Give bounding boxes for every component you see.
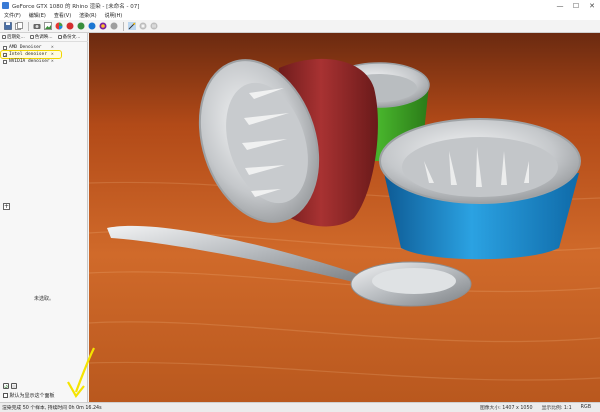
star-icon [2,35,6,39]
list-item-selected[interactable]: ✓ Intel denoiser ✕ [0,50,62,59]
magic-wand-icon[interactable] [127,22,136,31]
render-viewport[interactable] [89,33,600,402]
menu-edit[interactable]: 编辑(E) [29,12,46,19]
toolbar-separator [28,21,29,31]
remove-icon[interactable]: ✕ [51,59,54,64]
default-panel-option[interactable]: 默认为显示这个面板 [3,392,55,399]
image-icon[interactable] [11,383,17,389]
channel-green-icon[interactable] [76,22,85,31]
channel-rgb-icon[interactable] [98,22,107,31]
denoiser-list: AMD Denoiser ✕ ✓ Intel denoiser ✕ NVIDIA… [0,44,87,65]
denoiser-name: AMD Denoiser [9,45,42,50]
tone-icon [29,35,34,39]
status-bar: 渲染完成 50 个样本, 持续时间 0h 0m 16.24s 图像大小: 140… [0,402,600,412]
tab-post-effects[interactable]: 后期处... [2,34,25,40]
save-icon[interactable] [3,22,12,31]
render-window: GeForce GTX 1080 的 Rhino 渲染 - [未命名 - 07]… [0,0,600,412]
tab-tone-mapping[interactable]: 色调映... [29,34,53,40]
tab-label: 色调映... [34,35,53,40]
window-title: GeForce GTX 1080 的 Rhino 渲染 - [未命名 - 07] [12,3,140,10]
denoiser-name: NVIDIA denoiser [9,59,50,64]
channel-alpha-icon[interactable] [109,22,118,31]
maximize-button[interactable]: ☐ [568,0,584,11]
stop-icon[interactable] [138,22,147,31]
menu-file[interactable]: 文件(F) [4,12,21,19]
panel-footer-icons [3,383,19,389]
render-status-text: 渲染完成 50 个样本, 持续时间 0h 0m 16.24s [2,406,102,411]
image-icon[interactable] [43,22,52,31]
list-item[interactable]: NVIDIA denoiser ✕ [1,58,87,65]
color-wheel-icon[interactable] [54,22,63,31]
tab-backup[interactable]: 备份文... [57,34,81,40]
add-effect-button[interactable]: + [3,203,10,210]
empty-selection-text: 未选取。 [33,296,54,302]
denoiser-name: Intel denoiser [9,52,47,57]
default-label: 默认为显示这个面板 [9,393,55,399]
title-bar: GeForce GTX 1080 的 Rhino 渲染 - [未命名 - 07]… [0,0,600,11]
menu-render[interactable]: 渲染(R) [79,12,96,19]
panel-tabs: 后期处... 色调映... 备份文... [0,33,88,42]
menu-help[interactable]: 说明(H) [105,12,123,19]
menu-view[interactable]: 查看(V) [54,12,71,19]
annotation-arrow-icon [67,347,95,398]
channel-red-icon[interactable] [65,22,74,31]
checkbox[interactable] [3,59,7,64]
tab-label: 备份文... [62,35,81,40]
zoom-ratio-text: 显示比例: 1:1 [541,406,572,411]
default-checkbox[interactable] [3,393,8,398]
copy-icon[interactable] [14,22,23,31]
remove-icon[interactable]: ✕ [51,45,54,50]
minimize-button[interactable]: — [552,0,568,11]
list-item[interactable]: AMD Denoiser ✕ [1,44,87,51]
checkbox[interactable] [3,45,7,50]
color-mode-text: RGB [580,405,591,410]
rhino-app-icon [2,2,9,9]
backup-icon [57,35,62,39]
menu-bar: 文件(F) 编辑(E) 查看(V) 渲染(R) 说明(H) [0,11,600,20]
render-image [89,33,600,402]
tab-label: 后期处... [7,35,25,40]
toolbar [0,20,600,33]
channel-blue-icon[interactable] [87,22,96,31]
toolbar-separator [123,21,124,31]
camera-icon[interactable] [32,22,41,31]
image-size-text: 图像大小: 1407 x 1050 [479,406,533,411]
remove-icon[interactable]: ✕ [51,52,54,57]
checkbox-checked[interactable]: ✓ [3,52,7,57]
close-button[interactable]: ✕ [584,0,600,11]
pause-icon[interactable] [149,22,158,31]
refresh-icon[interactable] [3,383,9,389]
